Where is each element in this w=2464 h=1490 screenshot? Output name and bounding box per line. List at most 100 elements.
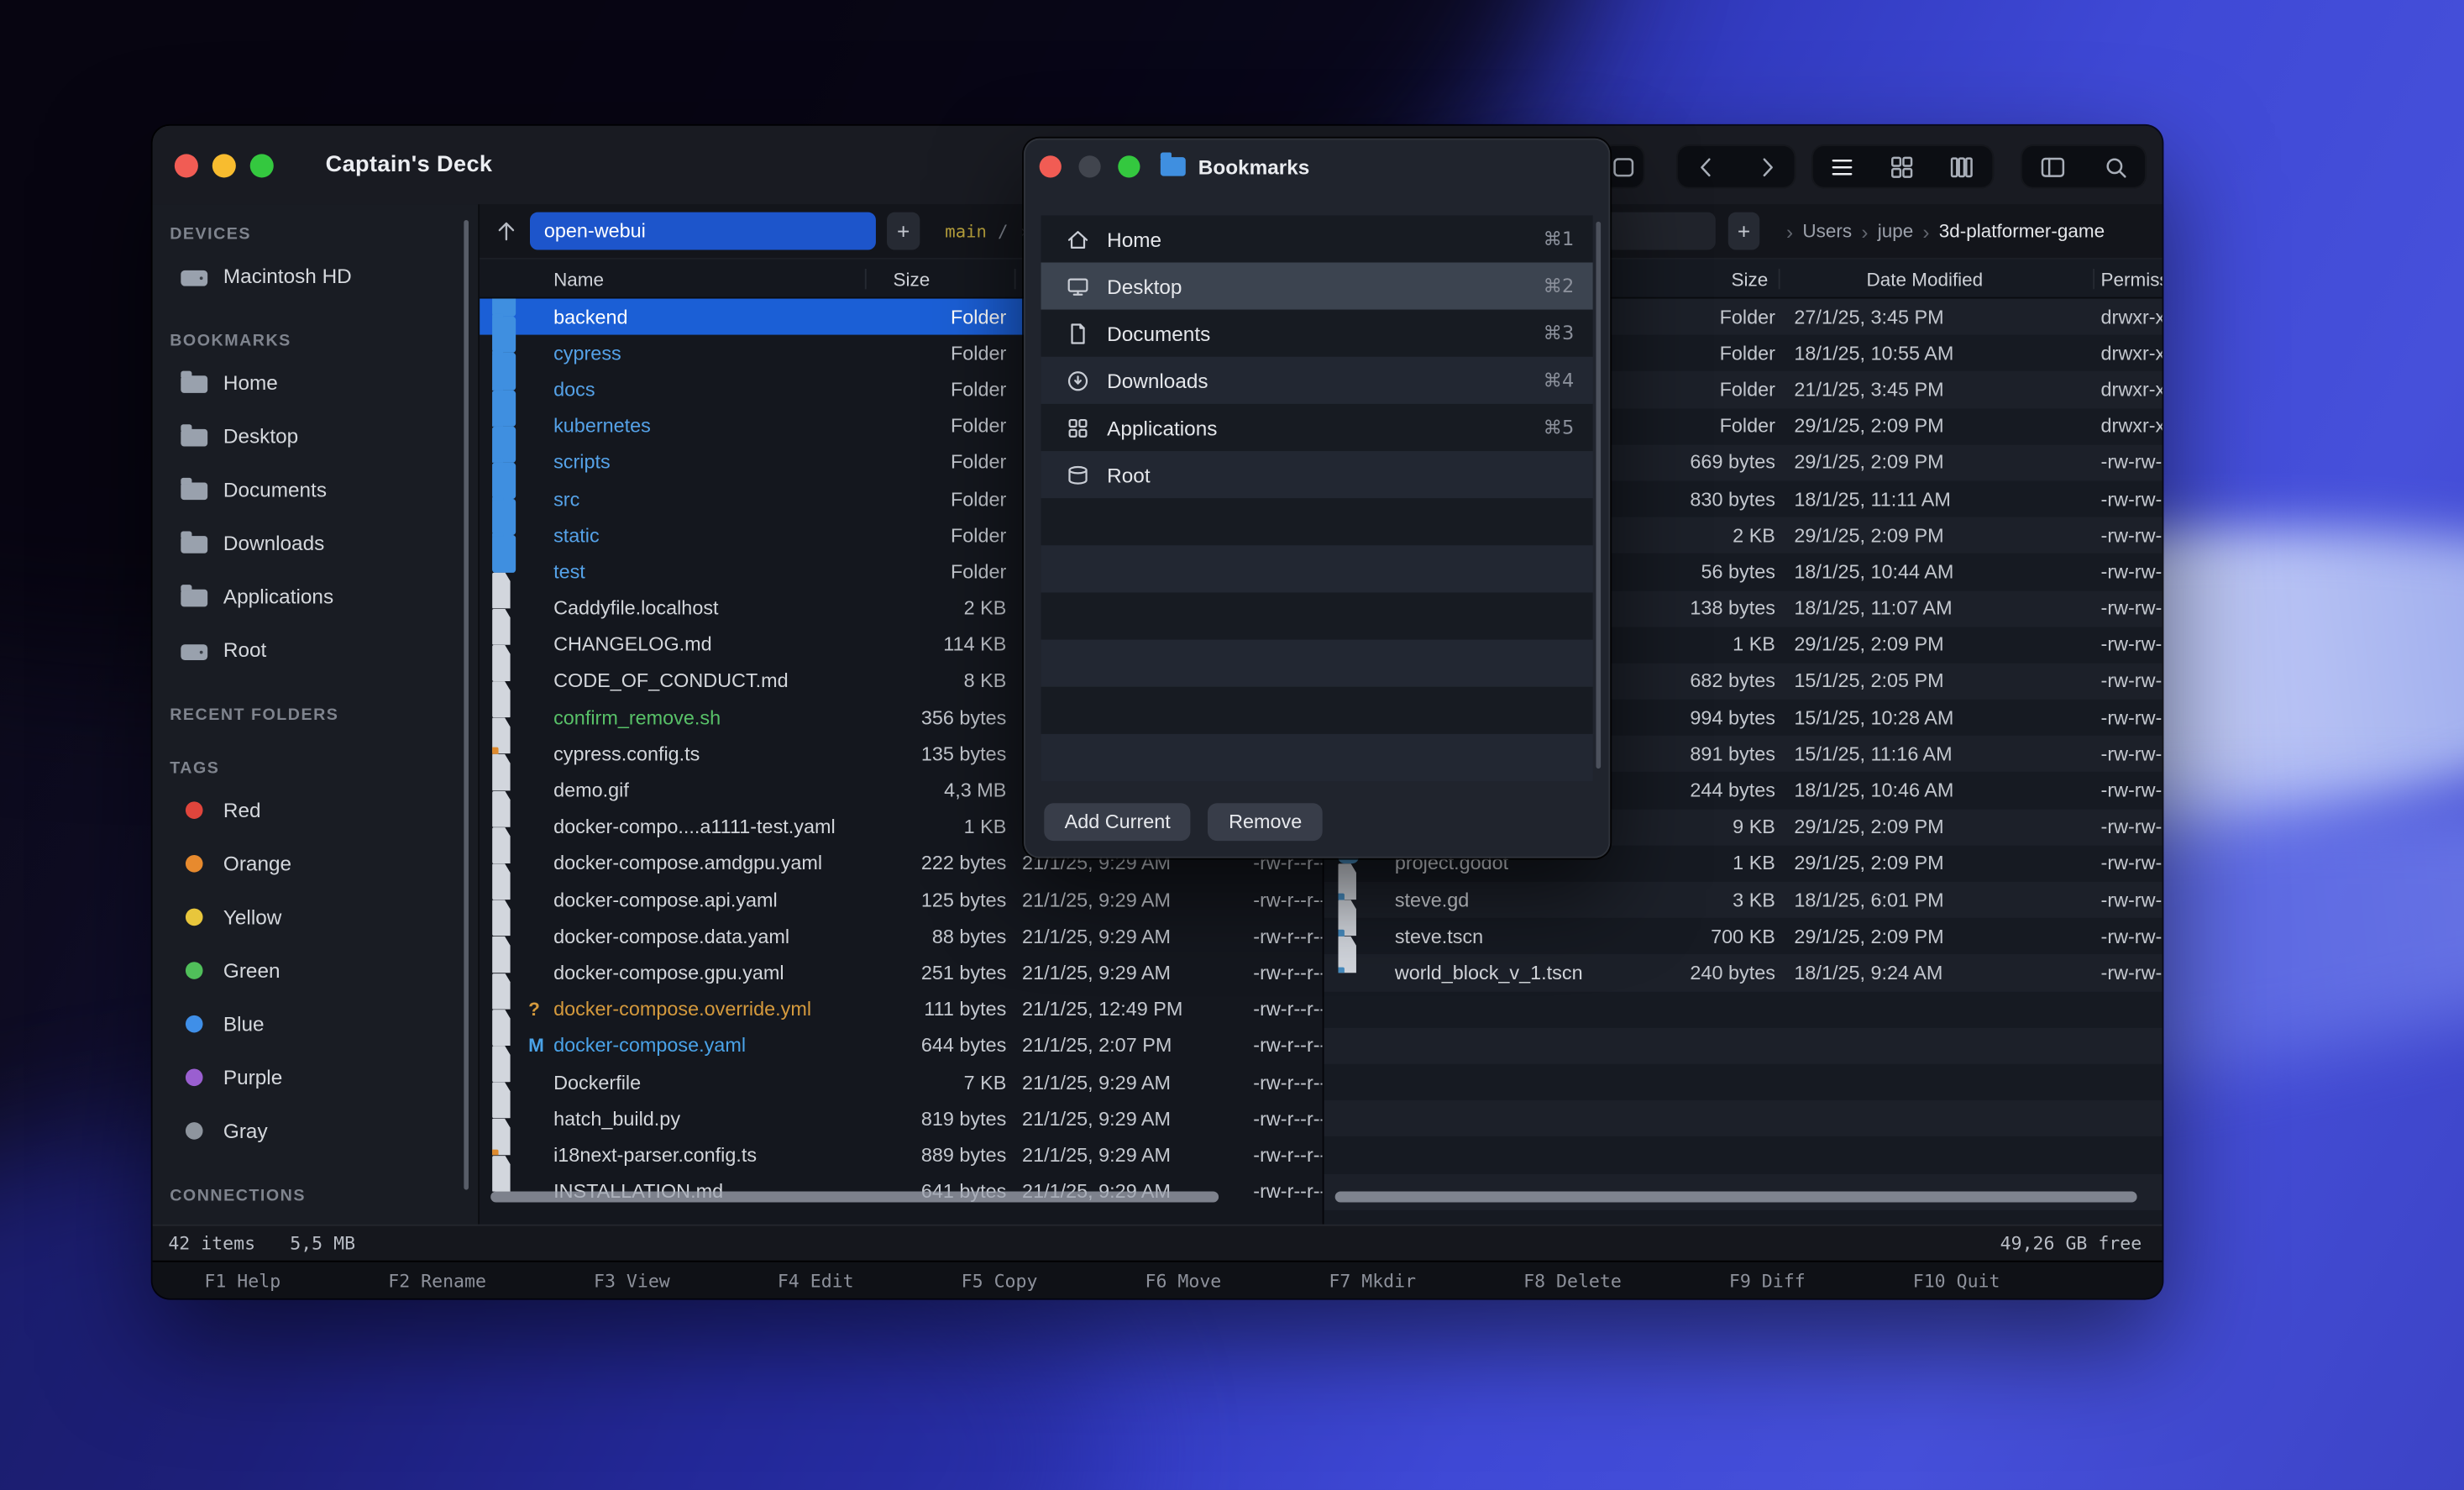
sidebar-item-label: Root <box>223 637 266 661</box>
folder-icon <box>181 590 207 607</box>
file-date: 29/1/25, 2:09 PM <box>1794 845 1943 881</box>
file-size: 111 bytes <box>794 991 1007 1027</box>
sidebar-item-desktop[interactable]: Desktop <box>153 409 479 463</box>
grid-view-button[interactable] <box>1871 144 1931 188</box>
sidebar-section-bookmarks: BOOKMARKSHomeDesktopDocumentsDownloadsAp… <box>153 327 479 675</box>
fnkey-f4[interactable]: F4 Edit <box>778 1269 854 1291</box>
sidebar-item-documents[interactable]: Documents <box>153 462 479 516</box>
breadcrumb-item-3d-platformer-game[interactable]: 3d-platformer-game <box>1939 220 2105 242</box>
file-date: 29/1/25, 2:09 PM <box>1794 444 1943 480</box>
file-row[interactable]: Mdocker-compose.yaml644 bytes21/1/25, 2:… <box>480 1027 1323 1063</box>
file-date: 18/1/25, 6:01 PM <box>1794 882 1943 918</box>
column-header-permissions[interactable]: Permissions <box>2101 260 2163 299</box>
back-button[interactable] <box>1676 144 1736 188</box>
file-size: 222 bytes <box>794 845 1007 881</box>
file-icon <box>492 608 511 644</box>
sidebar-item-downloads[interactable]: Downloads <box>153 516 479 569</box>
fnkey-f9[interactable]: F9 Diff <box>1729 1269 1806 1291</box>
file-row[interactable]: ?docker-compose.override.yml111 bytes21/… <box>480 991 1323 1027</box>
forward-button[interactable] <box>1736 144 1796 188</box>
left-path-field[interactable]: open-webui <box>530 212 876 250</box>
file-icon <box>492 681 511 717</box>
file-row[interactable]: docker-compose.data.yaml88 bytes21/1/25,… <box>480 918 1323 954</box>
up-button[interactable] <box>489 212 523 250</box>
file-name: kubernetes <box>553 408 651 444</box>
sidebar-item-root[interactable]: Root <box>153 622 479 676</box>
zoom-button[interactable] <box>250 153 274 176</box>
sidebar-item-label: Gray <box>223 1118 268 1141</box>
fnkey-f3[interactable]: F3 View <box>594 1269 670 1291</box>
column-header-size[interactable]: Size <box>894 260 931 299</box>
sidebar-scrollbar[interactable] <box>464 220 469 1190</box>
sidebar-item-applications[interactable]: Applications <box>153 569 479 622</box>
left-add-tab-button[interactable]: + <box>887 212 920 250</box>
dialog-zoom-button[interactable] <box>1118 155 1140 177</box>
file-row[interactable]: world_block_v_1.tscn240 bytes18/1/25, 9:… <box>1324 955 2163 991</box>
file-row[interactable]: hatch_build.py819 bytes21/1/25, 9:29 AM-… <box>480 1100 1323 1136</box>
file-name: steve.gd <box>1395 882 1470 918</box>
file-perm: -rw-rw-r-- <box>2101 627 2163 663</box>
bookmark-row-applications[interactable]: Applications⌘5 <box>1041 404 1593 451</box>
file-size: 819 bytes <box>794 1100 1007 1136</box>
file-perm: -rw-r--r-- <box>1253 1027 1322 1063</box>
file-perm: drwxr-xr-x <box>2101 408 2163 444</box>
breadcrumb-item-users[interactable]: Users <box>1802 220 1852 242</box>
add-current-button[interactable]: Add Current <box>1044 803 1191 841</box>
remove-button[interactable]: Remove <box>1208 803 1323 841</box>
sidebar-item-macintosh-hd[interactable]: Macintosh HD <box>153 249 479 302</box>
file-size: Folder <box>794 335 1007 371</box>
close-button[interactable] <box>175 153 198 176</box>
sidebar-item-home[interactable]: Home <box>153 355 479 409</box>
fnkey-f10[interactable]: F10 Quit <box>1913 1269 2000 1291</box>
sidebar-item-green[interactable]: Green <box>153 943 479 997</box>
file-row[interactable]: steve.gd3 KB18/1/25, 6:01 PM-rw-rw-r-- <box>1324 882 2163 918</box>
columns-view-button[interactable] <box>1931 144 1990 188</box>
sidebar-item-orange[interactable]: Orange <box>153 837 479 890</box>
fnkey-f7[interactable]: F7 Mkdir <box>1329 1269 1416 1291</box>
search-button[interactable] <box>2084 144 2147 188</box>
dialog-scrollbar[interactable] <box>1596 222 1601 769</box>
status-left: 42 items 5,5 MB <box>168 1232 355 1254</box>
file-row[interactable]: docker-compose.gpu.yaml251 bytes21/1/25,… <box>480 955 1323 991</box>
bookmark-shortcut: ⌘5 <box>1543 417 1574 438</box>
dialog-close-button[interactable] <box>1040 155 1062 177</box>
bookmark-row-desktop[interactable]: Desktop⌘2 <box>1041 263 1593 310</box>
sidebar-item-red[interactable]: Red <box>153 783 479 837</box>
right-add-tab-button[interactable]: + <box>1728 212 1759 250</box>
bookmark-row-documents[interactable]: Documents⌘3 <box>1041 310 1593 357</box>
file-size: Folder <box>794 444 1007 480</box>
sidebar-toggle-button[interactable] <box>2021 144 2084 188</box>
sidebar-item-purple[interactable]: Purple <box>153 1050 479 1104</box>
bookmark-row-downloads[interactable]: Downloads⌘4 <box>1041 357 1593 404</box>
file-row[interactable]: Dockerfile7 KB21/1/25, 9:29 AM-rw-r--r-- <box>480 1064 1323 1100</box>
right-horizontal-scrollbar[interactable] <box>1335 1191 2137 1202</box>
fnkey-f8[interactable]: F8 Delete <box>1523 1269 1622 1291</box>
sidebar-item-yellow[interactable]: Yellow <box>153 889 479 943</box>
fnkey-f5[interactable]: F5 Copy <box>962 1269 1038 1291</box>
fnkey-f6[interactable]: F6 Move <box>1145 1269 1222 1291</box>
minimize-button[interactable] <box>212 153 236 176</box>
gd-script-icon <box>1338 863 1356 900</box>
file-perm: -rw-rw-r-- <box>2101 481 2163 517</box>
file-row[interactable]: docker-compose.api.yaml125 bytes21/1/25,… <box>480 882 1323 918</box>
sidebar-item-blue[interactable]: Blue <box>153 996 479 1050</box>
sidebar-item-label: Blue <box>223 1011 265 1035</box>
bookmark-row-root[interactable]: Root <box>1041 451 1593 498</box>
column-header-date-modified[interactable]: Date Modified <box>1867 260 1984 299</box>
file-row[interactable]: steve.tscn700 KB29/1/25, 2:09 PM-rw-rw-r… <box>1324 918 2163 954</box>
file-row[interactable]: i18next-parser.config.ts889 bytes21/1/25… <box>480 1137 1323 1173</box>
list-view-button[interactable] <box>1811 144 1871 188</box>
bookmark-row-home[interactable]: Home⌘1 <box>1041 215 1593 262</box>
column-header-name[interactable]: Name <box>553 260 604 299</box>
file-perm: -rw-r--r-- <box>1253 1137 1322 1173</box>
file-perm: -rw-rw-r-- <box>2101 736 2163 772</box>
fnkey-f2[interactable]: F2 Rename <box>388 1269 486 1291</box>
left-horizontal-scrollbar[interactable] <box>490 1191 1219 1202</box>
breadcrumb-item-jupe[interactable]: jupe <box>1878 220 1913 242</box>
column-header-size[interactable]: Size <box>1732 260 1769 299</box>
sidebar-item-gray[interactable]: Gray <box>153 1104 479 1157</box>
fnkey-f1[interactable]: F1 Help <box>204 1269 280 1291</box>
bookmark-shortcut: ⌘1 <box>1543 228 1574 249</box>
breadcrumb-separator: › <box>1786 219 1793 243</box>
file-code-icon <box>492 1119 511 1155</box>
